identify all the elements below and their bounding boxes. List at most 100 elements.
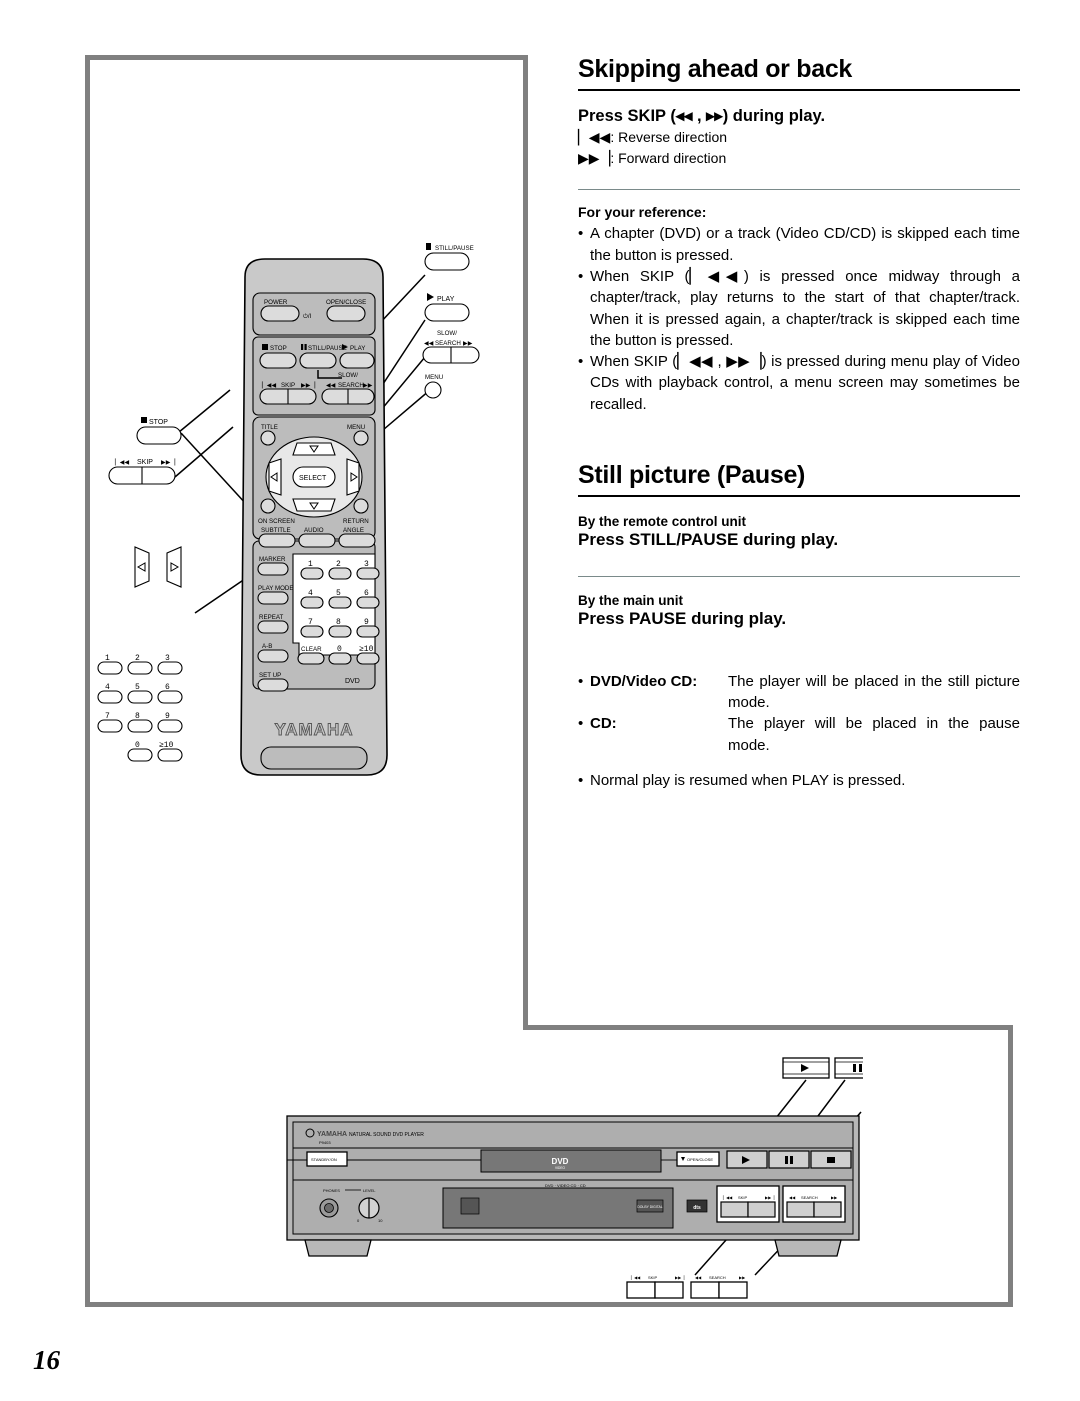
callout-stop-button[interactable] [136, 426, 182, 445]
angle-label: ANGLE [343, 527, 364, 534]
skip-label: SKIP [281, 382, 295, 389]
panel-callout-skip-label: SKIP [648, 1275, 657, 1280]
callout-play-glyph-icon [427, 293, 434, 301]
subtitle-button[interactable] [258, 533, 296, 548]
callout-keypad-9[interactable]: 9 [157, 712, 183, 733]
return-button[interactable] [353, 498, 369, 514]
repeat-button[interactable] [257, 620, 289, 634]
search-label: SEARCH [338, 382, 364, 389]
keypad-clear[interactable]: CLEAR [297, 646, 325, 665]
callout-slow-search: SLOW/ ◀◀ SEARCH ▶▶ [422, 330, 480, 364]
callout-keypad-3[interactable]: 3 [157, 654, 183, 675]
callout-search-right-icon: ▶▶ [463, 340, 473, 347]
panel-pause-icon-a [785, 1156, 788, 1164]
panel-skip-right-icon: ▶▶▕ [765, 1195, 775, 1200]
callout-menu-button[interactable] [424, 381, 442, 399]
callout-stop: STOP [136, 417, 182, 445]
panel-callout-pause-button[interactable] [834, 1057, 863, 1079]
title-button[interactable] [260, 430, 276, 446]
panel-search-back-button[interactable] [786, 1201, 815, 1218]
callout-keypad-over10[interactable]: ≥10 [157, 741, 183, 762]
mode-definition-row: CD: The player will be placed in the pau… [578, 713, 1020, 756]
reference-bullet: When SKIP (▏◀◀ , ▶▶▕) is pressed during … [578, 351, 1020, 415]
panel-skip-back-button[interactable] [720, 1201, 749, 1218]
panel-callout-search: ◀◀ SEARCH ▶▶ [690, 1275, 748, 1299]
angle-button[interactable] [338, 533, 376, 548]
marker-label: MARKER [259, 556, 286, 563]
callout-still-pause-label: STILL/PAUSE [435, 245, 474, 252]
set-up-button[interactable] [257, 678, 289, 692]
still-pause-button[interactable] [299, 352, 337, 369]
callout-keypad-5[interactable]: 5 [127, 683, 153, 704]
callout-menu-label: MENU [425, 374, 443, 381]
skip-forward-text: : Forward direction [610, 150, 727, 167]
skip-reverse-text: : Reverse direction [610, 129, 728, 146]
ab-label: A-B [262, 643, 272, 650]
dolby-digital-label: DOLBY DIGITAL [637, 1205, 662, 1209]
stop-label: STOP [270, 345, 287, 352]
on-screen-label: ON SCREEN [258, 518, 295, 525]
remote-unit-label: By the remote control unit [578, 513, 747, 529]
callout-keypad-6[interactable]: 6 [157, 683, 183, 704]
panel-model-text: NATURAL SOUND DVD PLAYER [349, 1132, 424, 1138]
reference-bullet: When SKIP (▏◀◀) is pressed once midway t… [578, 266, 1020, 351]
callout-keypad-2[interactable]: 2 [127, 654, 153, 675]
panel-callout-skip-back-button[interactable] [626, 1281, 656, 1299]
skip-direction-reverse: ▏◀◀: Reverse direction [578, 127, 1020, 148]
callout-still-pause-button[interactable] [424, 252, 470, 271]
callout-skip-label: SKIP [137, 459, 153, 466]
ab-button[interactable] [257, 649, 289, 663]
callout-menu: MENU [424, 374, 443, 399]
skip-left-glyph-icon: ▏◀◀ [261, 381, 277, 389]
repeat-label: REPEAT [259, 614, 284, 621]
play-button[interactable] [339, 352, 375, 369]
callout-keypad-4[interactable]: 4 [97, 683, 123, 704]
panel-callout-search-left-icon: ◀◀ [695, 1275, 702, 1280]
skip-reverse-icon: ▏◀◀ [578, 129, 611, 146]
pause-glyph-icon-a [301, 344, 304, 350]
phones-label: PHONES [323, 1188, 340, 1193]
slow-label: SLOW/ [338, 372, 358, 379]
callout-keypad-7[interactable]: 7 [97, 712, 123, 733]
title-label: TITLE [261, 424, 278, 431]
panel-callout-pause [834, 1057, 863, 1079]
panel-search-fwd-button[interactable] [813, 1201, 842, 1218]
play-mode-button[interactable] [257, 591, 289, 605]
panel-search-right-icon: ▶▶ [831, 1195, 838, 1200]
marker-button[interactable] [257, 562, 289, 576]
panel-search-label: SEARCH [801, 1195, 818, 1200]
for-your-reference-heading: For your reference: [578, 204, 707, 221]
mode-description: The player will be placed in the pause m… [728, 715, 1020, 754]
panel-callout-search-fwd-button[interactable] [718, 1281, 748, 1299]
power-button[interactable] [260, 305, 300, 322]
stop-button[interactable] [259, 352, 297, 369]
page-title-skipping: Skipping ahead or back [578, 55, 1020, 91]
callout-keypad-8[interactable]: 8 [127, 712, 153, 733]
panel-callout-pause-icon-b [859, 1064, 862, 1072]
menu-button[interactable] [353, 430, 369, 446]
open-close-label: OPEN/CLOSE [326, 299, 366, 306]
callout-keypad-0[interactable]: 0 [127, 741, 153, 762]
stop-glyph-icon [262, 344, 268, 350]
level-max-tick: 10 [378, 1218, 383, 1223]
open-close-button[interactable] [326, 305, 366, 322]
panel-callout-skip-fwd-button[interactable] [654, 1281, 684, 1299]
panel-pause-icon-b [790, 1156, 793, 1164]
panel-skip-left-icon: ▏◀◀ [722, 1195, 733, 1200]
audio-button[interactable] [298, 533, 336, 548]
callout-skip: ▏◀◀ SKIP ▶▶▕ [108, 458, 176, 485]
callout-keypad-1[interactable]: 1 [97, 654, 123, 675]
callout-play-button[interactable] [424, 303, 470, 322]
menu-label: MENU [347, 424, 365, 431]
mode-definition-row: DVD/Video CD: The player will be placed … [578, 671, 1020, 714]
mode-description: The player will be placed in the still p… [728, 672, 1020, 712]
display-window [480, 1149, 662, 1173]
panel-callout-search-back-button[interactable] [690, 1281, 720, 1299]
skip-instruction: Press SKIP (◂◂ , ▸▸) during play. [578, 106, 826, 125]
panel-pause-button[interactable] [768, 1150, 810, 1169]
on-screen-button[interactable] [260, 498, 276, 514]
panel-skip-fwd-button[interactable] [747, 1201, 776, 1218]
remote-control-illustration: .bdy{fill:#c9c9c9;stroke:#000;stroke-wid… [97, 243, 480, 776]
callout-search-label: SEARCH [435, 340, 461, 347]
dts-label: dts [693, 1205, 701, 1211]
